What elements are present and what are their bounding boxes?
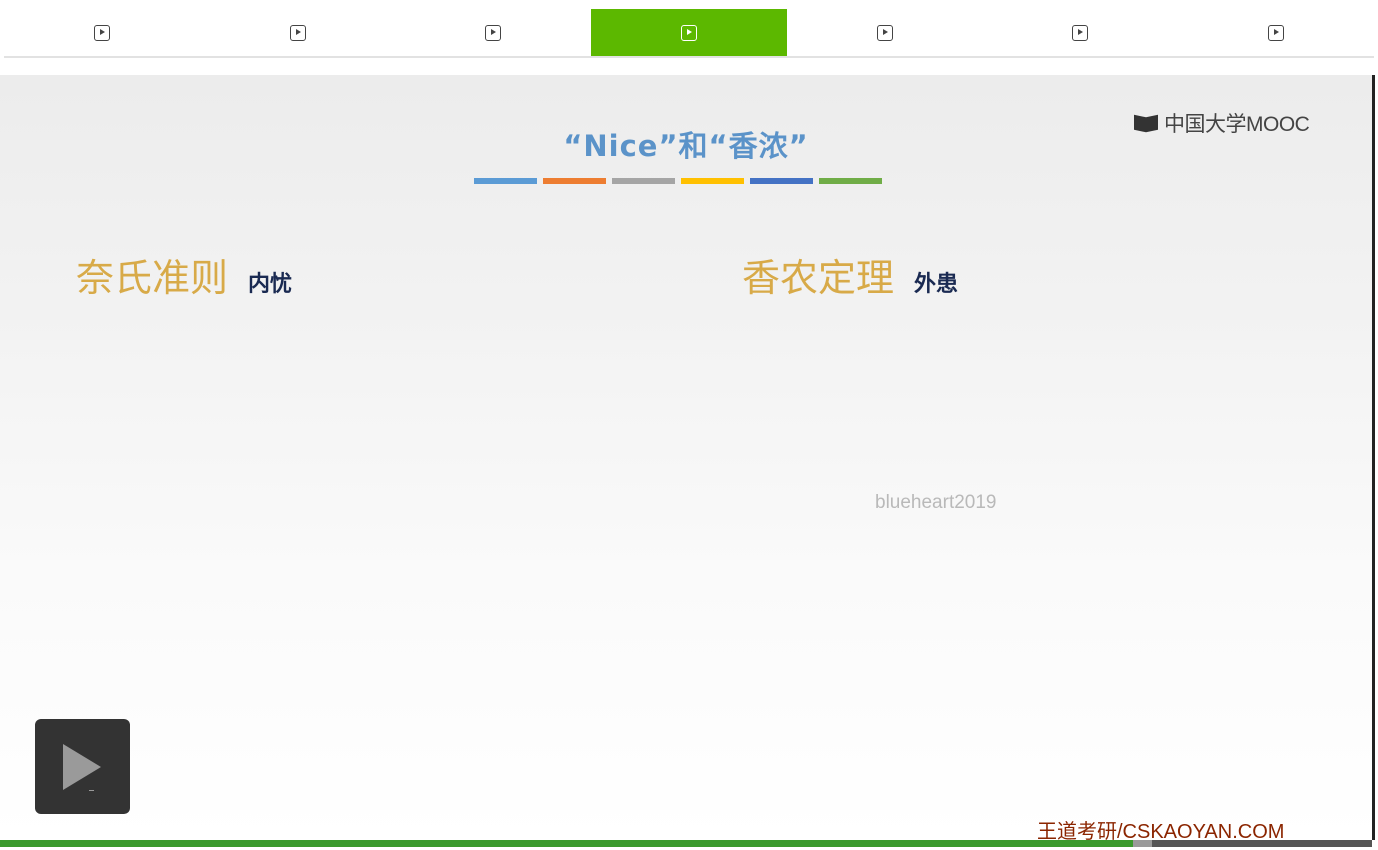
slide-edge [1372,75,1375,840]
video-tab-5[interactable] [787,9,983,56]
play-square-icon [1072,24,1089,41]
video-tab-bar [4,9,1374,58]
color-bar-5 [750,178,813,184]
shannon-heading: 香农定理 [742,256,895,300]
video-tab-2[interactable] [200,9,396,56]
color-bar-4 [681,178,744,184]
slide-content: 中国大学MOOC “Nice”和“香浓” 奈氏准则 内忧 香农定理 外患 blu… [0,75,1372,840]
nyquist-heading: 奈氏准则 [76,256,229,300]
watermark: blueheart2019 [875,492,997,513]
play-underline [89,790,94,791]
play-square-icon [485,24,502,41]
progress-buffer [1133,840,1153,847]
progress-fill [0,840,1134,847]
play-square-icon [93,24,110,41]
color-bar-6 [819,178,882,184]
color-bar-divider [474,178,882,184]
play-square-icon [876,24,893,41]
video-tab-6[interactable] [983,9,1179,56]
play-button[interactable] [35,719,130,814]
play-square-icon [681,24,698,41]
video-tab-4[interactable] [591,9,787,56]
slide-title: “Nice”和“香浓” [563,129,809,163]
color-bar-2 [543,178,606,184]
video-tab-1[interactable] [4,9,200,56]
nyquist-subheading: 内忧 [248,272,293,297]
color-bar-3 [612,178,675,184]
right-heading: 香农定理 外患 [742,247,958,302]
video-progress-bar[interactable] [0,840,1372,847]
play-square-icon [289,24,306,41]
video-tab-3[interactable] [395,9,591,56]
color-bar-1 [474,178,537,184]
brand-text: 王道考研/CSKAOYAN.COM [1037,821,1285,840]
shannon-subheading: 外患 [914,272,959,297]
play-square-icon [1268,24,1285,41]
video-tab-7[interactable] [1178,9,1374,56]
left-heading: 奈氏准则 内忧 [76,247,292,302]
